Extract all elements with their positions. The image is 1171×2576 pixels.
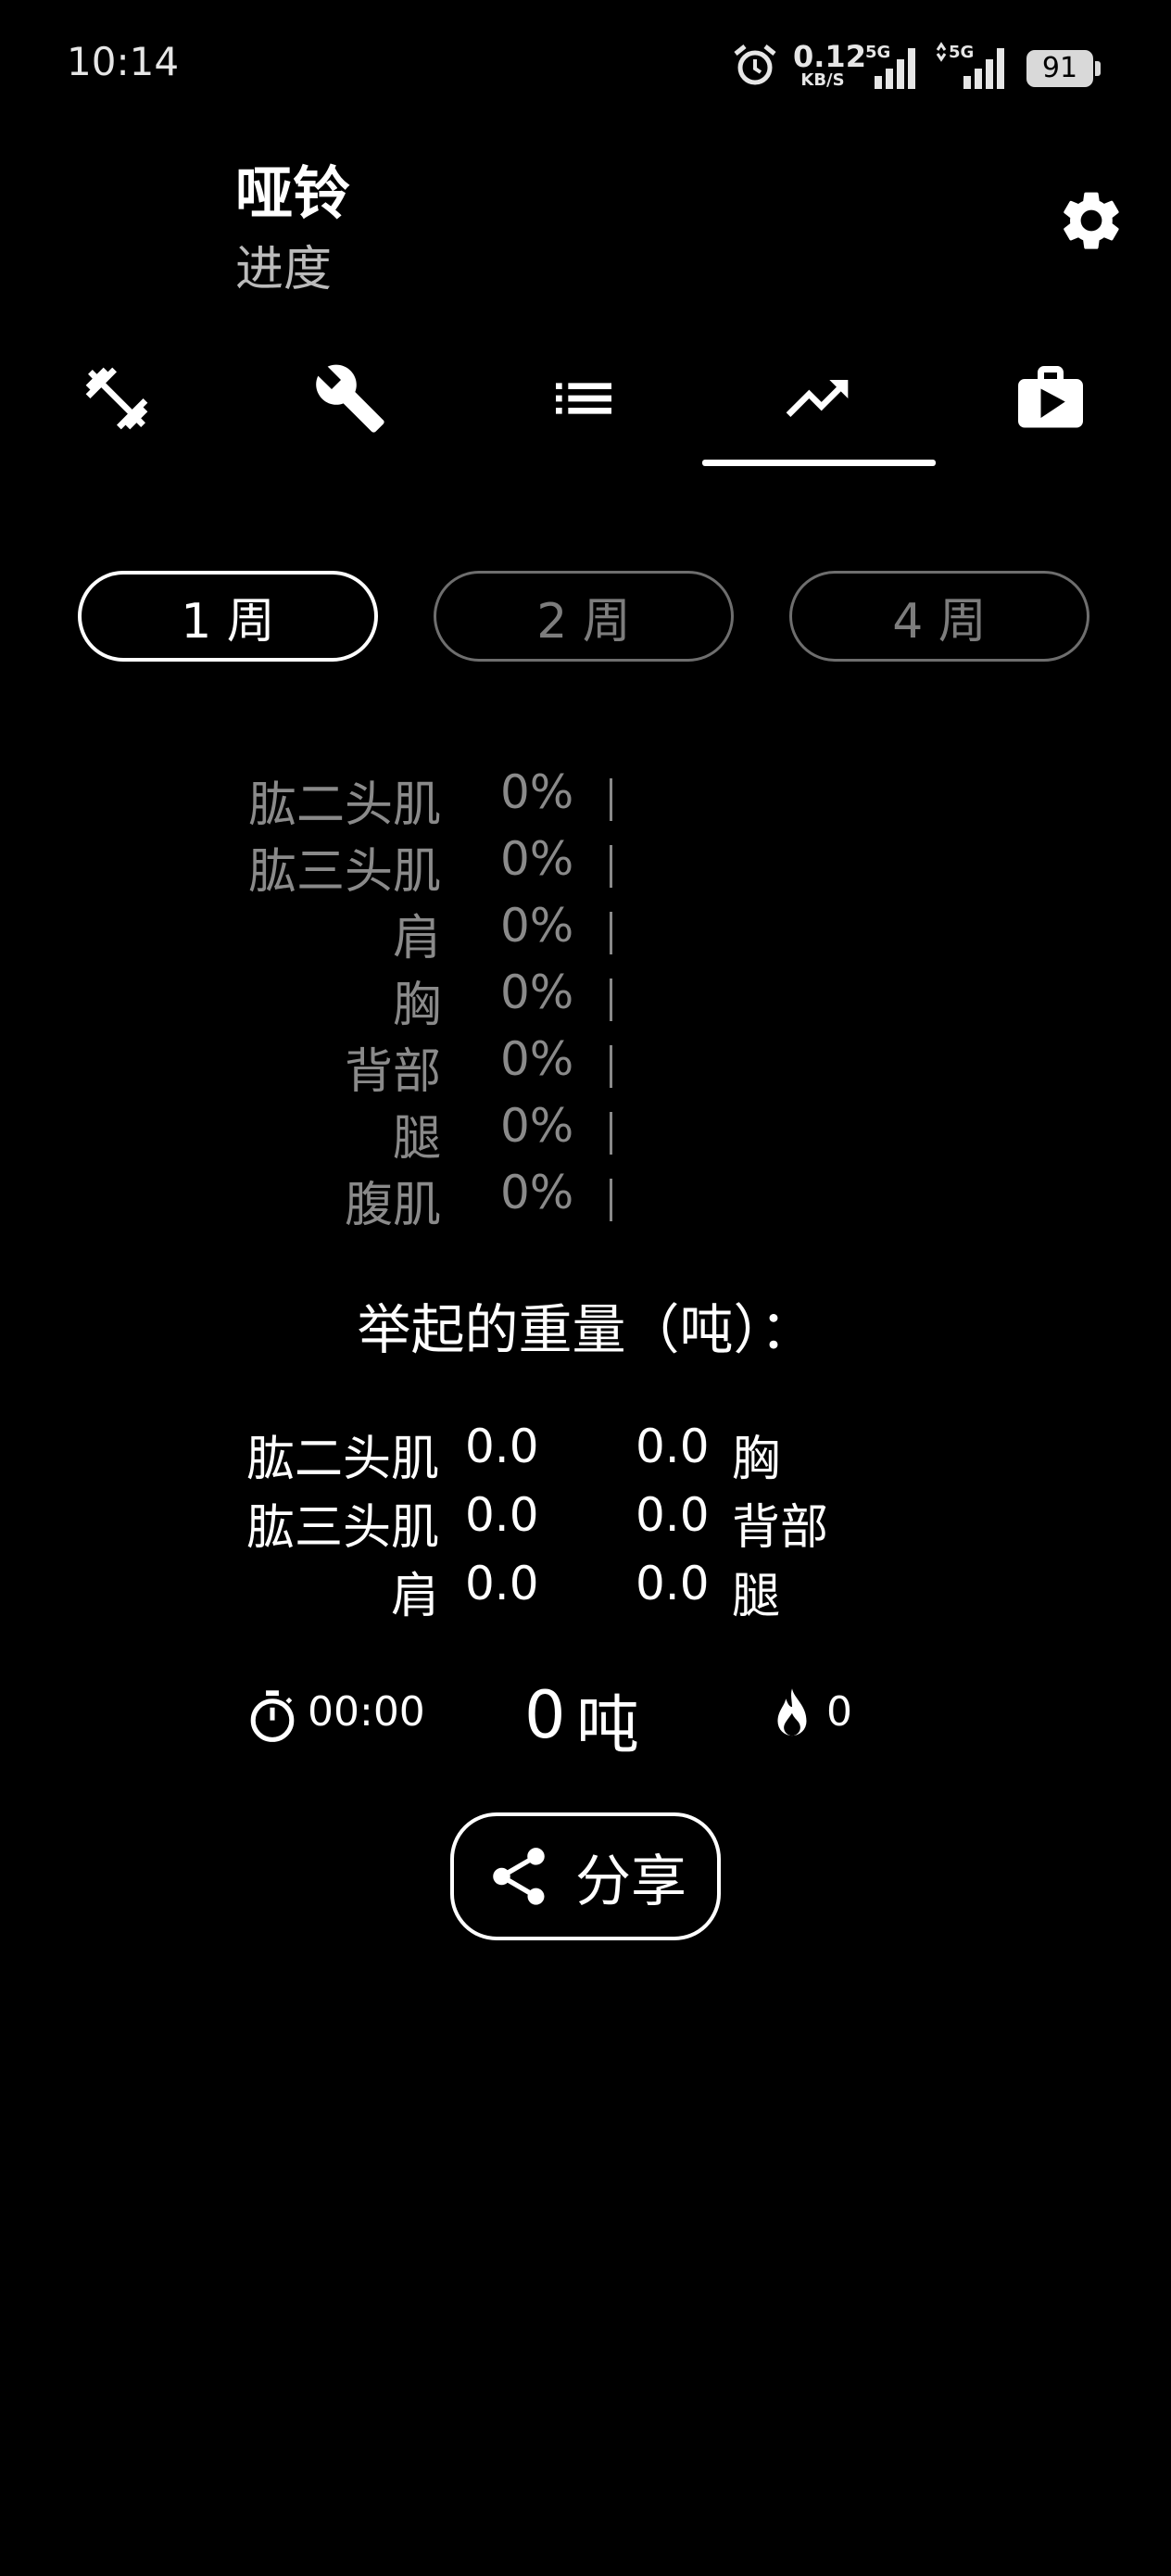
weight-muscle-label: 肩 — [390, 1569, 439, 1624]
muscle-progress-bar — [610, 845, 612, 888]
muscle-progress-bar — [610, 1179, 612, 1221]
net-speed: 0.12 KB/S — [793, 39, 866, 90]
weight-muscle-label: 腿 — [732, 1569, 781, 1624]
muscle-percent: 0% — [500, 899, 574, 953]
share-button[interactable]: 分享 — [450, 1812, 721, 1940]
period-2-weeks[interactable]: 2 周 — [434, 571, 734, 662]
trending-up-icon — [786, 380, 849, 417]
weight-value: 0.0 — [636, 1557, 710, 1610]
tab-store[interactable] — [934, 334, 1167, 463]
alarm-icon — [734, 44, 776, 85]
tab-workout[interactable] — [0, 334, 233, 463]
total-tons-value: 0 — [524, 1677, 566, 1753]
battery-indicator: 91 — [1026, 50, 1093, 87]
muscle-percent: 0% — [500, 1166, 574, 1219]
muscle-progress-bar — [610, 979, 612, 1021]
period-4-weeks[interactable]: 4 周 — [789, 571, 1089, 662]
weight-muscle-label: 胸 — [732, 1432, 781, 1487]
muscle-progress-bar — [610, 912, 612, 954]
signal-5g-icon: 5G — [865, 43, 915, 89]
muscle-label: 背部 — [344, 1044, 441, 1100]
workout-duration: 00:00 — [308, 1688, 425, 1736]
muscle-label: 胸 — [392, 978, 441, 1033]
weight-value: 0.0 — [465, 1420, 539, 1473]
page-title: 哑铃 — [235, 159, 351, 227]
dumbbell-icon — [85, 367, 148, 430]
gear-icon[interactable] — [1056, 185, 1127, 256]
total-tons-unit: 吨 — [576, 1689, 640, 1762]
muscle-label: 肱二头肌 — [247, 777, 441, 833]
muscle-label: 腹肌 — [344, 1178, 441, 1233]
share-icon — [493, 1848, 545, 1905]
tab-list[interactable] — [467, 334, 700, 463]
page-subtitle: 进度 — [235, 242, 333, 297]
svg-text:5G: 5G — [949, 43, 974, 62]
muscle-percent: 0% — [500, 1032, 574, 1086]
muscle-percent: 0% — [500, 1099, 574, 1153]
stopwatch-icon — [250, 1690, 295, 1742]
weight-muscle-label: 肱二头肌 — [246, 1432, 439, 1487]
muscle-progress-bar — [610, 778, 612, 821]
weight-value: 0.0 — [636, 1420, 710, 1473]
muscle-progress-bar — [610, 1112, 612, 1155]
muscle-percent: 0% — [500, 832, 574, 886]
battery-nub — [1095, 61, 1101, 76]
net-speed-unit: KB/S — [800, 70, 845, 90]
muscle-label: 肩 — [392, 911, 441, 966]
period-1-week[interactable]: 1 周 — [78, 571, 378, 662]
weight-value: 0.0 — [465, 1557, 539, 1610]
muscle-label: 肱三头肌 — [247, 844, 441, 900]
fire-icon — [777, 1688, 807, 1736]
share-label: 分享 — [575, 1849, 686, 1914]
weight-value: 0.0 — [465, 1488, 539, 1542]
status-time: 10:14 — [67, 39, 180, 84]
tab-tools[interactable] — [233, 334, 467, 463]
weight-lifted-title: 举起的重量（吨）： — [357, 1298, 814, 1361]
muscle-label: 腿 — [392, 1111, 441, 1167]
list-icon — [556, 383, 611, 414]
store-icon — [1018, 366, 1083, 428]
svg-text:5G: 5G — [865, 43, 890, 62]
muscle-percent: 0% — [500, 966, 574, 1019]
tab-active-indicator — [702, 460, 936, 466]
signal-5g-data-icon: 5G — [936, 42, 1004, 89]
weight-muscle-label: 肱三头肌 — [246, 1500, 439, 1556]
muscle-percent: 0% — [500, 765, 574, 819]
weight-muscle-label: 背部 — [732, 1500, 829, 1556]
net-speed-value: 0.12 — [793, 39, 866, 74]
wrench-icon — [316, 364, 384, 433]
calories-value: 0 — [826, 1688, 852, 1736]
tab-progress[interactable] — [700, 334, 934, 463]
weight-value: 0.0 — [636, 1488, 710, 1542]
muscle-progress-bar — [610, 1045, 612, 1088]
